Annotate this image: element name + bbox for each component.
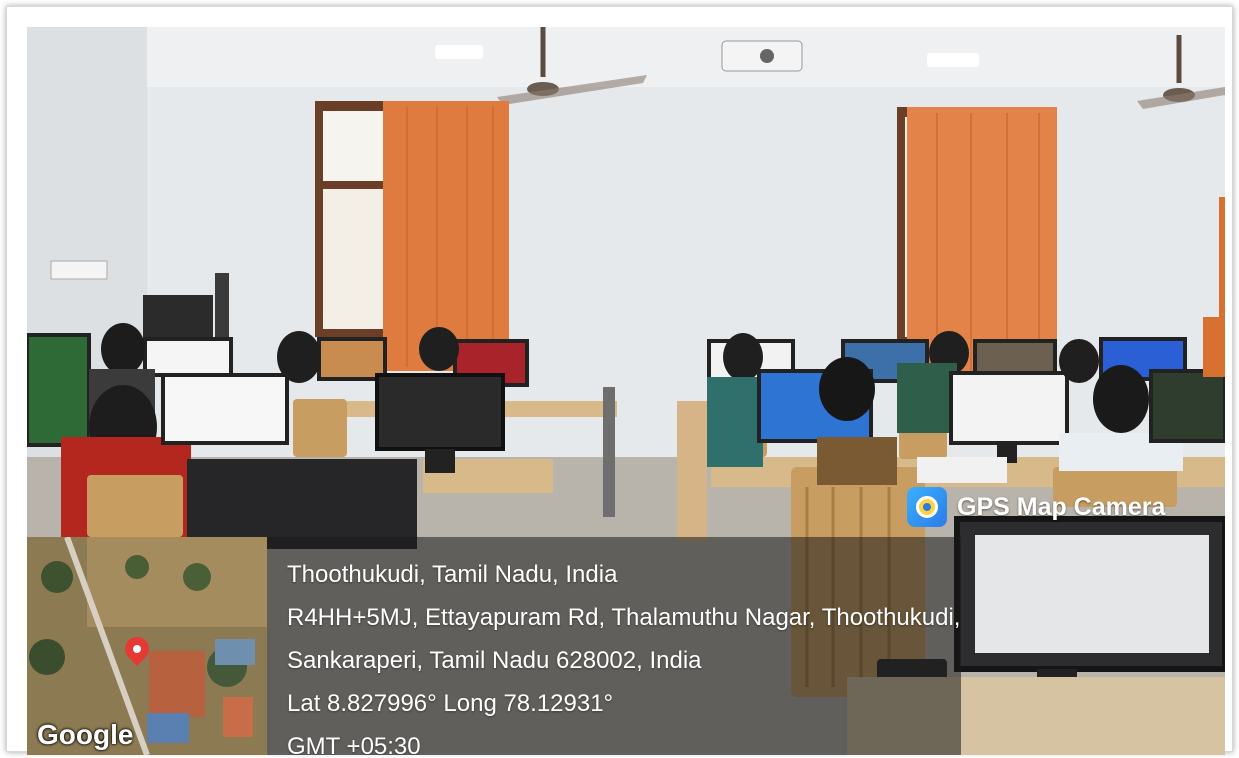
student bbox=[819, 357, 875, 421]
curtain-right bbox=[907, 107, 1057, 377]
monitor bbox=[375, 373, 505, 451]
badge-label: GPS Map Camera bbox=[957, 492, 1166, 521]
student bbox=[707, 377, 763, 467]
map-attribution: Google bbox=[37, 719, 134, 750]
chair bbox=[87, 475, 183, 537]
monitor bbox=[1149, 369, 1225, 443]
monitor-back bbox=[187, 459, 417, 549]
classroom-photo: Google GPS Map Camera Thoothukudi, Tamil… bbox=[27, 27, 1225, 755]
monitor bbox=[949, 371, 1069, 445]
location-address-line1: R4HH+5MJ, Ettayapuram Rd, Thalamuthu Nag… bbox=[287, 604, 961, 631]
student bbox=[1093, 365, 1149, 433]
ceiling-light bbox=[435, 45, 483, 59]
student bbox=[1059, 339, 1099, 383]
monitor bbox=[143, 337, 233, 377]
location-coordinates: Lat 8.827996° Long 78.12931° bbox=[287, 690, 614, 717]
chair bbox=[293, 399, 347, 457]
monitor bbox=[27, 333, 91, 447]
location-address-line2: Sankaraperi, Tamil Nadu 628002, India bbox=[287, 647, 702, 674]
switch-board bbox=[50, 260, 108, 280]
monitor bbox=[161, 373, 289, 445]
gps-camera-badge: GPS Map Camera bbox=[907, 485, 1165, 529]
image-frame: Google GPS Map Camera Thoothukudi, Tamil… bbox=[6, 6, 1233, 755]
ceiling-light bbox=[927, 53, 979, 67]
location-minimap: Google bbox=[27, 537, 267, 755]
location-info: Thoothukudi, Tamil Nadu, India R4HH+5MJ,… bbox=[287, 553, 960, 755]
camera-app-icon bbox=[907, 487, 947, 527]
location-city: Thoothukudi, Tamil Nadu, India bbox=[287, 561, 618, 588]
student bbox=[419, 327, 459, 371]
location-timezone: GMT +05:30 bbox=[287, 733, 421, 755]
